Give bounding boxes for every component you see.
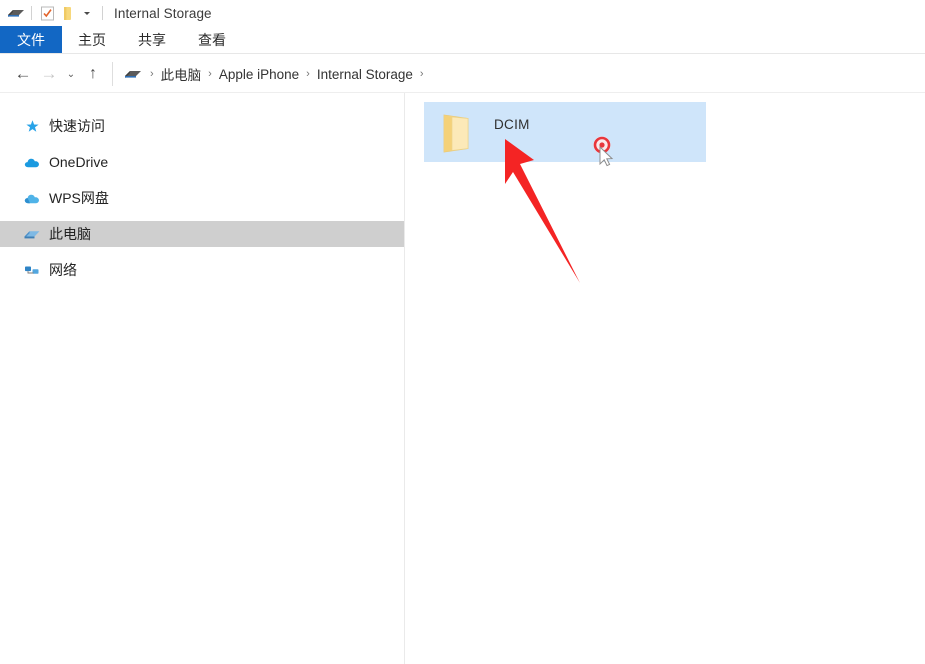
- sidebar-item-network[interactable]: 网络: [0, 257, 404, 283]
- back-button[interactable]: ←: [10, 61, 36, 87]
- sidebar-item-onedrive[interactable]: OneDrive: [0, 149, 404, 175]
- up-button[interactable]: ↑: [80, 61, 106, 87]
- sidebar-label-this-pc: 此电脑: [49, 226, 91, 242]
- qat-separator-1: [31, 6, 32, 20]
- recent-locations-button[interactable]: ⌄: [62, 61, 80, 87]
- new-folder-icon[interactable]: [57, 3, 77, 23]
- tab-share[interactable]: 共享: [122, 26, 182, 54]
- customize-chevron-icon[interactable]: [77, 3, 97, 23]
- cloud-icon: [22, 153, 42, 171]
- cloud-icon: [22, 189, 42, 207]
- ribbon-tab-strip: 文件 主页 共享 查看: [0, 26, 925, 54]
- device-icon: [123, 64, 143, 84]
- checklist-icon[interactable]: [37, 3, 57, 23]
- breadcrumb-separator-1: ›: [208, 68, 212, 80]
- tab-home[interactable]: 主页: [62, 26, 122, 54]
- breadcrumb-separator-0: ›: [150, 68, 154, 80]
- qat-separator-2: [102, 6, 103, 20]
- sidebar-label-quick-access: 快速访问: [49, 118, 105, 134]
- breadcrumb-apple-iphone[interactable]: Apple iPhone: [219, 67, 299, 82]
- network-icon: [22, 261, 42, 279]
- folder-icon: [434, 109, 480, 155]
- navigation-pane: 快速访问 OneDrive WPS网盘 此电脑 网络: [0, 93, 405, 664]
- sidebar-label-onedrive: OneDrive: [49, 154, 109, 170]
- sidebar-item-quick-access[interactable]: 快速访问: [0, 113, 404, 139]
- tab-file[interactable]: 文件: [0, 26, 62, 54]
- window-title: Internal Storage: [114, 5, 212, 21]
- address-bar: ← → ⌄ ↑ › 此电脑 › Apple iPhone › Internal …: [0, 56, 925, 92]
- tab-view[interactable]: 查看: [182, 26, 242, 54]
- star-icon: [22, 117, 42, 135]
- sidebar-label-network: 网络: [49, 262, 77, 278]
- sidebar-item-this-pc[interactable]: 此电脑: [0, 221, 404, 247]
- forward-button[interactable]: →: [36, 61, 62, 87]
- pc-icon: [22, 225, 42, 243]
- file-explorer-window: Internal Storage 文件 主页 共享 查看 ← → ⌄ ↑ › 此…: [0, 0, 925, 664]
- properties-icon[interactable]: [6, 3, 26, 23]
- sidebar-label-wps-cloud: WPS网盘: [49, 190, 109, 206]
- content-pane: DCIM: [406, 93, 925, 664]
- breadcrumb-this-pc[interactable]: 此电脑: [161, 64, 202, 84]
- sidebar-item-wps-cloud[interactable]: WPS网盘: [0, 185, 404, 211]
- breadcrumb[interactable]: › 此电脑 › Apple iPhone › Internal Storage …: [112, 62, 925, 86]
- file-label-dcim: DCIM: [494, 117, 530, 132]
- ribbon-divider: [0, 53, 925, 54]
- breadcrumb-internal-storage[interactable]: Internal Storage: [317, 67, 413, 82]
- breadcrumb-separator-2: ›: [306, 68, 310, 80]
- file-item-dcim[interactable]: DCIM: [424, 102, 706, 162]
- title-bar: Internal Storage: [0, 0, 925, 26]
- breadcrumb-separator-3[interactable]: ›: [420, 68, 424, 80]
